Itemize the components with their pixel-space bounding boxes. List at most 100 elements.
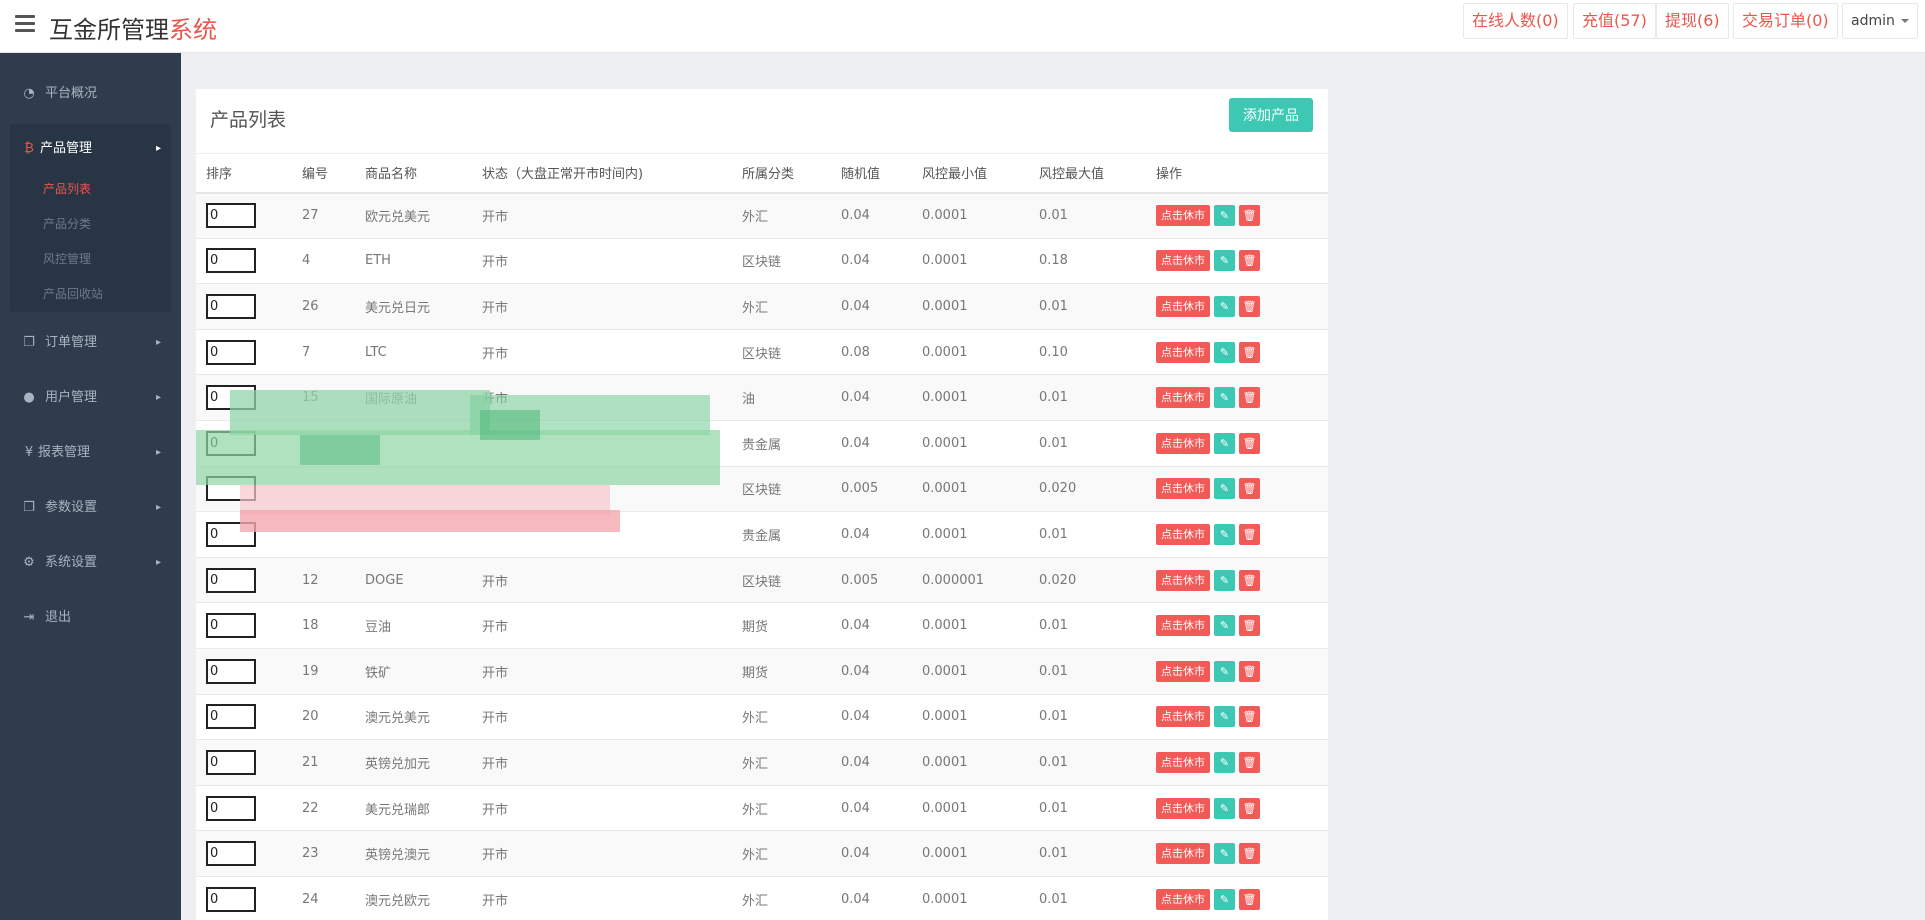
sidebar-item-reports[interactable]: ¥ 报表管理 ▸: [0, 434, 181, 472]
close-market-button[interactable]: 点击休市: [1156, 569, 1210, 591]
sort-order-input[interactable]: [206, 749, 256, 775]
sort-order-input[interactable]: [206, 339, 256, 365]
edit-icon[interactable]: ✎: [1214, 797, 1235, 819]
sidebar-item-logout[interactable]: ⇥ 退出: [0, 599, 181, 637]
admin-user-dropdown[interactable]: admin: [1842, 3, 1918, 39]
status-cell: 开市: [472, 192, 732, 239]
edit-icon[interactable]: ✎: [1214, 615, 1235, 637]
sidebar-subitem-recycle-bin[interactable]: 产品回收站: [43, 282, 103, 306]
sidebar-subitem-product-list[interactable]: 产品列表: [43, 177, 91, 201]
sidebar-subitem-product-category[interactable]: 产品分类: [43, 212, 91, 236]
edit-icon[interactable]: ✎: [1214, 843, 1235, 865]
online-users-button[interactable]: 在线人数(0): [1463, 3, 1568, 39]
sort-order-input[interactable]: [206, 795, 256, 821]
edit-icon[interactable]: ✎: [1214, 387, 1235, 409]
name-cell: 美元兑日元: [355, 283, 472, 330]
close-market-button[interactable]: 点击休市: [1156, 523, 1210, 545]
trash-icon[interactable]: 🗑: [1239, 797, 1260, 819]
sort-order-input[interactable]: [206, 704, 256, 730]
sidebar-item-users[interactable]: ● 用户管理 ▸: [0, 379, 181, 417]
sidebar-item-orders[interactable]: ❐ 订单管理 ▸: [0, 324, 181, 362]
edit-icon[interactable]: ✎: [1214, 478, 1235, 500]
trash-icon[interactable]: 🗑: [1239, 341, 1260, 363]
category-cell: 贵金属: [732, 511, 831, 558]
sort-order-input[interactable]: [206, 521, 256, 547]
random-cell: 0.04: [831, 602, 912, 649]
trash-icon[interactable]: 🗑: [1239, 843, 1260, 865]
close-market-button[interactable]: 点击休市: [1156, 615, 1210, 637]
trash-icon[interactable]: 🗑: [1239, 432, 1260, 454]
trash-icon[interactable]: 🗑: [1239, 888, 1260, 910]
close-market-button[interactable]: 点击休市: [1156, 387, 1210, 409]
sort-order-input[interactable]: [206, 886, 256, 912]
trash-icon[interactable]: 🗑: [1239, 523, 1260, 545]
edit-icon[interactable]: ✎: [1214, 295, 1235, 317]
trash-icon[interactable]: 🗑: [1239, 250, 1260, 272]
edit-icon[interactable]: ✎: [1214, 432, 1235, 454]
status-cell: [472, 420, 732, 467]
trash-icon[interactable]: 🗑: [1239, 751, 1260, 773]
close-market-button[interactable]: 点击休市: [1156, 341, 1210, 363]
trash-icon[interactable]: 🗑: [1239, 569, 1260, 591]
edit-icon[interactable]: ✎: [1214, 706, 1235, 728]
actions-cell: 点击休市 ✎ 🗑: [1146, 785, 1328, 832]
edit-icon[interactable]: ✎: [1214, 751, 1235, 773]
random-cell: 0.04: [831, 238, 912, 285]
risk-min-cell: 0.0001: [912, 192, 1029, 239]
category-cell: 区块链: [732, 466, 831, 513]
edit-icon[interactable]: ✎: [1214, 250, 1235, 272]
trash-icon[interactable]: 🗑: [1239, 205, 1260, 227]
sidebar-item-products[interactable]: ₿ 产品管理 ▸: [10, 130, 171, 168]
close-market-button[interactable]: 点击休市: [1156, 843, 1210, 865]
withdraw-button[interactable]: 提现(6): [1656, 3, 1729, 39]
random-cell: 0.04: [831, 374, 912, 421]
sort-order-input[interactable]: [206, 293, 256, 319]
sort-order-input[interactable]: [206, 567, 256, 593]
close-market-button[interactable]: 点击休市: [1156, 797, 1210, 819]
sort-order-input[interactable]: [206, 430, 256, 456]
user-icon: ●: [23, 390, 35, 405]
trash-icon[interactable]: 🗑: [1239, 615, 1260, 637]
trade-orders-button[interactable]: 交易订单(0): [1733, 3, 1838, 39]
close-market-button[interactable]: 点击休市: [1156, 250, 1210, 272]
close-market-button[interactable]: 点击休市: [1156, 751, 1210, 773]
edit-icon[interactable]: ✎: [1214, 341, 1235, 363]
sort-order-input[interactable]: [206, 203, 256, 229]
sort-order-input[interactable]: [206, 248, 256, 274]
sidebar-item-system-settings[interactable]: ⚙ 系统设置 ▸: [0, 544, 181, 582]
close-market-button[interactable]: 点击休市: [1156, 205, 1210, 227]
close-market-button[interactable]: 点击休市: [1156, 295, 1210, 317]
edit-icon[interactable]: ✎: [1214, 523, 1235, 545]
trash-icon[interactable]: 🗑: [1239, 295, 1260, 317]
sort-order-input[interactable]: [206, 658, 256, 684]
sort-order-input[interactable]: [206, 841, 256, 867]
close-market-button[interactable]: 点击休市: [1156, 478, 1210, 500]
add-product-button[interactable]: 添加产品: [1229, 98, 1313, 132]
sidebar-subitem-risk-control[interactable]: 风控管理: [43, 247, 91, 271]
hamburger-menu-icon[interactable]: [15, 15, 35, 35]
trash-icon[interactable]: 🗑: [1239, 660, 1260, 682]
status-cell: 开市: [472, 648, 732, 695]
sort-order-input[interactable]: [206, 385, 256, 411]
category-cell: 外汇: [732, 694, 831, 741]
status-cell: 开市: [472, 694, 732, 741]
sort-order-input[interactable]: [206, 613, 256, 639]
sidebar-item-overview[interactable]: ◔ 平台概况: [0, 75, 181, 113]
close-market-button[interactable]: 点击休市: [1156, 660, 1210, 682]
close-market-button[interactable]: 点击休市: [1156, 432, 1210, 454]
close-market-button[interactable]: 点击休市: [1156, 888, 1210, 910]
recharge-button[interactable]: 充值(57): [1573, 3, 1656, 39]
sidebar-item-parameters[interactable]: ❐ 参数设置 ▸: [0, 489, 181, 527]
edit-icon[interactable]: ✎: [1214, 569, 1235, 591]
trash-icon[interactable]: 🗑: [1239, 478, 1260, 500]
edit-icon[interactable]: ✎: [1214, 660, 1235, 682]
sort-order-input[interactable]: [206, 476, 256, 502]
random-cell: 0.04: [831, 648, 912, 695]
edit-icon[interactable]: ✎: [1214, 888, 1235, 910]
edit-icon[interactable]: ✎: [1214, 205, 1235, 227]
status-cell: 开市: [472, 283, 732, 330]
trash-icon[interactable]: 🗑: [1239, 706, 1260, 728]
risk-max-cell: 0.01: [1029, 876, 1146, 920]
trash-icon[interactable]: 🗑: [1239, 387, 1260, 409]
close-market-button[interactable]: 点击休市: [1156, 706, 1210, 728]
